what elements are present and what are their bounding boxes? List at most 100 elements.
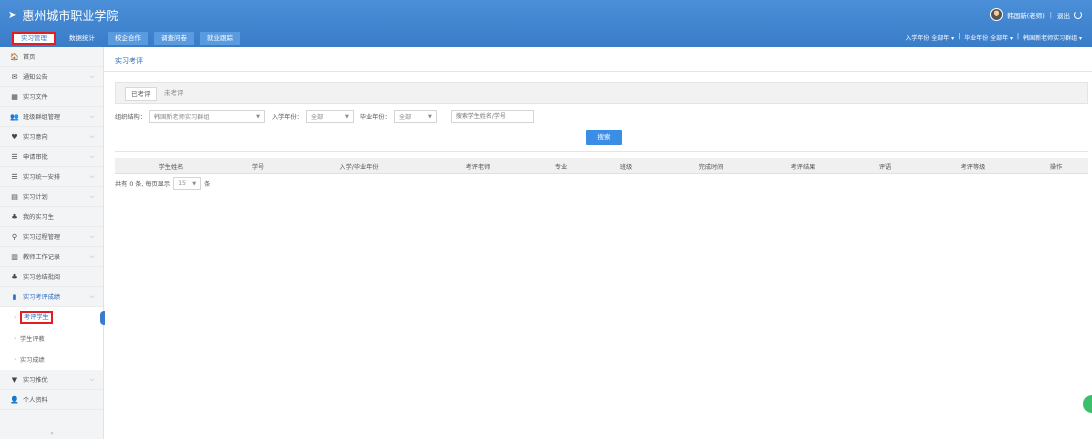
org-label: 组织结构： bbox=[115, 114, 146, 121]
tab-evaluated[interactable]: 已考评 bbox=[125, 87, 157, 101]
col-student-name[interactable]: 学生姓名 bbox=[159, 162, 184, 171]
tab-employment-tracking[interactable]: 就业跟踪 bbox=[200, 32, 240, 45]
sidebar-item[interactable]: ⚲ 实习过程管理 ⌵ bbox=[0, 227, 103, 247]
header-separator: | bbox=[1049, 10, 1052, 19]
sidebar-subitem-label: 考评学生 bbox=[20, 311, 53, 324]
col-result[interactable]: 考评结果 bbox=[791, 162, 816, 171]
grad-year-dropdown[interactable]: 毕业年份 全部年 ▾ bbox=[964, 33, 1013, 42]
filter-bar: 组织结构： 韩国新老师实习群组 ▼ 入学年份： 全部 ▼ 毕业年份： 全部 ▼ bbox=[115, 110, 534, 123]
avatar[interactable] bbox=[990, 8, 1004, 21]
pager-suffix: 条 bbox=[204, 181, 211, 188]
col-years[interactable]: 入学/毕业年份 bbox=[339, 162, 378, 171]
col-student-id[interactable]: 学号 bbox=[252, 162, 264, 171]
sidebar-menu: 🏠 首页 ✉ 通知公告 ⌵ ▦ 实习文件 👥 班级群组管理 ⌵ ♥ 实习意向 ⌵ ☰ 申请审批 ⌵ ☰ 实习统一安… bbox=[0, 47, 105, 410]
org-icon: ♣ bbox=[11, 272, 18, 281]
student-search-input[interactable] bbox=[450, 110, 534, 123]
logout-link[interactable]: 退出 bbox=[1057, 10, 1070, 20]
dropdown-arrow-icon: ▼ bbox=[345, 113, 349, 120]
filter-icon: ▼ bbox=[11, 375, 18, 384]
org-select[interactable]: 韩国新老师实习群组 ▼ bbox=[148, 110, 265, 123]
sidebar-item[interactable]: 🏠 首页 bbox=[0, 47, 103, 67]
tab-not-evaluated[interactable]: 未考评 bbox=[159, 87, 189, 101]
chevron-down-icon: ⌵ bbox=[89, 112, 94, 120]
col-major[interactable]: 专业 bbox=[555, 162, 567, 171]
chevron-down-icon: ⌵ bbox=[89, 232, 94, 240]
col-class[interactable]: 班级 bbox=[620, 162, 632, 171]
sidebar-item-label: 实习计划 bbox=[23, 194, 48, 201]
sidebar-subitem[interactable]: › 实习成绩 bbox=[0, 349, 103, 370]
chevron-down-icon: ⌵ bbox=[89, 292, 94, 300]
org-icon: ♣ bbox=[11, 212, 18, 221]
col-comment[interactable]: 评语 bbox=[879, 162, 891, 171]
sidebar-item-label: 首页 bbox=[23, 54, 36, 61]
page-size-select[interactable]: 15 ▼ bbox=[173, 177, 202, 190]
chevron-down-icon: ⌵ bbox=[89, 252, 94, 260]
power-icon[interactable] bbox=[1074, 10, 1082, 19]
main-nav: 实习管理 数据统计 校企合作 调查问卷 就业跟踪 bbox=[0, 30, 240, 47]
chevron-down-icon: ⌵ bbox=[89, 152, 94, 160]
collapse-sidebar-button[interactable]: « bbox=[0, 427, 104, 439]
col-completion-time[interactable]: 完成时间 bbox=[699, 162, 724, 171]
school-logo[interactable]: ➤ 惠州城市职业学院 bbox=[8, 7, 118, 23]
sidebar-item[interactable]: 👥 班级群组管理 ⌵ bbox=[0, 107, 103, 127]
divider bbox=[115, 151, 1088, 152]
notebook-icon: ▥ bbox=[11, 252, 18, 261]
pager-summary: 共有 0 条, 每页显示 bbox=[115, 181, 171, 188]
breadcrumb: 实习考评 bbox=[115, 57, 143, 65]
sidebar-item-label: 个人资料 bbox=[23, 397, 48, 404]
sidebar-item[interactable]: ▮ 实习考评成绩 ⌵ bbox=[0, 287, 103, 307]
enroll-year-label: 入学年份： bbox=[271, 114, 303, 121]
tab-survey[interactable]: 调查问卷 bbox=[154, 32, 194, 45]
enroll-year-dropdown[interactable]: 入学年份 全部年 ▾ bbox=[905, 33, 954, 42]
tab-school-enterprise[interactable]: 校企合作 bbox=[108, 32, 148, 45]
logo-icon: ➤ bbox=[8, 9, 17, 21]
sidebar-item[interactable]: ♥ 实习意向 ⌵ bbox=[0, 127, 103, 147]
school-name: 惠州城市职业学院 bbox=[22, 8, 119, 23]
sidebar-item[interactable]: ♣ 我的实习生 bbox=[0, 207, 103, 227]
main-content: 实习考评 已考评 未考评 组织结构： 韩国新老师实习群组 ▼ 入学年份： 全部 … bbox=[104, 47, 1092, 439]
grad-year-select[interactable]: 全部 ▼ bbox=[393, 110, 437, 123]
sidebar-item[interactable]: ✉ 通知公告 ⌵ bbox=[0, 67, 103, 87]
sidebar-subitem-label: 学生评教 bbox=[20, 336, 45, 343]
sidebar: 🏠 首页 ✉ 通知公告 ⌵ ▦ 实习文件 👥 班级群组管理 ⌵ ♥ 实习意向 ⌵ ☰ 申请审批 ⌵ ☰ 实习统一安… bbox=[0, 47, 105, 439]
grad-year-value: 全部 bbox=[398, 114, 412, 121]
bullet-icon: › bbox=[14, 314, 17, 321]
sidebar-item[interactable]: ▤ 实习计划 ⌵ bbox=[0, 187, 103, 207]
home-icon: 🏠 bbox=[10, 52, 19, 61]
col-actions[interactable]: 操作 bbox=[1050, 162, 1062, 171]
tab-data-statistics[interactable]: 数据统计 bbox=[62, 32, 102, 45]
sidebar-item[interactable]: ♣ 实习总结批阅 bbox=[0, 267, 103, 287]
mail-icon: ✉ bbox=[11, 72, 18, 81]
chart-icon: ▦ bbox=[11, 92, 18, 101]
sidebar-item[interactable]: ▼ 实习推优 ⌵ bbox=[0, 370, 103, 390]
bookmark-icon: ▮ bbox=[12, 292, 17, 301]
sidebar-item[interactable]: ▥ 教师工作记录 ⌵ bbox=[0, 247, 103, 267]
col-teacher[interactable]: 考评老师 bbox=[466, 162, 491, 171]
enroll-year-select[interactable]: 全部 ▼ bbox=[305, 110, 354, 123]
nav-separator: | bbox=[1017, 33, 1020, 40]
sidebar-item-label: 实习考评成绩 bbox=[23, 294, 61, 301]
sidebar-item-label: 申请审批 bbox=[23, 154, 48, 161]
list-icon: ☰ bbox=[11, 172, 18, 181]
group-dropdown[interactable]: 韩国新老师实习群组 ▾ bbox=[1023, 33, 1082, 42]
tab-internship-management[interactable]: 实习管理 bbox=[12, 32, 56, 45]
sidebar-item[interactable]: ☰ 申请审批 ⌵ bbox=[0, 147, 103, 167]
list-icon: ☰ bbox=[11, 152, 18, 161]
sidebar-item[interactable]: 👤 个人资料 bbox=[0, 390, 103, 410]
sidebar-item-label: 实习统一安排 bbox=[23, 174, 61, 181]
person-icon: 👤 bbox=[10, 395, 19, 404]
chevron-down-icon: ⌵ bbox=[89, 172, 94, 180]
search-button[interactable]: 搜索 bbox=[586, 130, 622, 145]
sidebar-item-label: 实习文件 bbox=[23, 94, 48, 101]
sidebar-subitem[interactable]: › 学生评教 bbox=[0, 328, 103, 349]
user-name[interactable]: 韩国新(老师) bbox=[1007, 10, 1045, 20]
sidebar-item-label: 实习推优 bbox=[23, 377, 48, 384]
grad-year-label: 毕业年份： bbox=[359, 114, 391, 121]
sidebar-item-label: 实习总结批阅 bbox=[23, 274, 61, 281]
sidebar-item[interactable]: ▦ 实习文件 bbox=[0, 87, 103, 107]
sidebar-item[interactable]: ☰ 实习统一安排 ⌵ bbox=[0, 167, 103, 187]
sidebar-item-label: 教师工作记录 bbox=[23, 254, 61, 261]
sidebar-subitem[interactable]: › 考评学生 bbox=[0, 307, 105, 328]
nav-separator: | bbox=[958, 33, 961, 40]
col-grade[interactable]: 考评等级 bbox=[961, 162, 986, 171]
